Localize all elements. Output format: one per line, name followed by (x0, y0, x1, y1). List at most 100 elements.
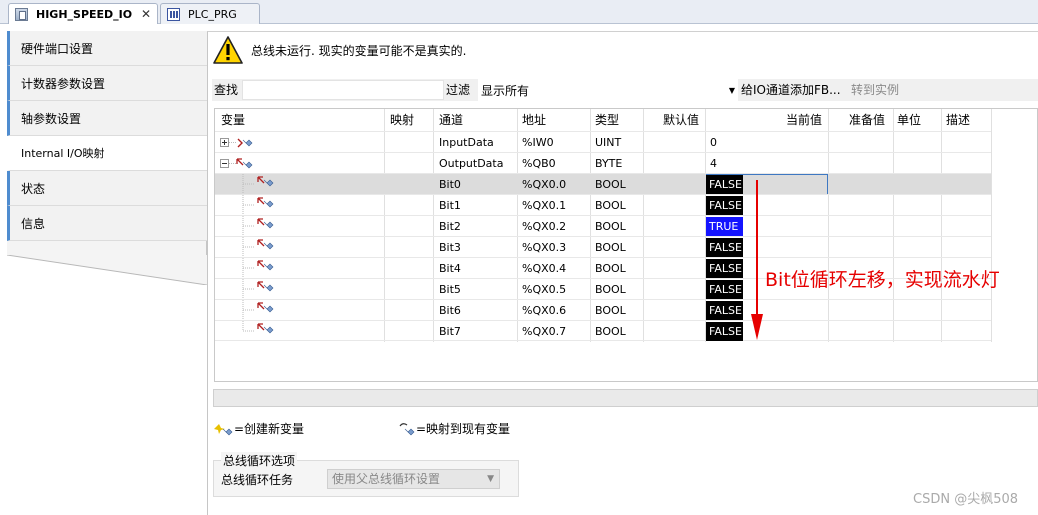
sidebar-item-label: 计数器参数设置 (21, 76, 106, 91)
type-cell: BOOL (595, 241, 626, 254)
address-cell: %QX0.2 (522, 220, 567, 233)
close-icon[interactable]: ✕ (141, 7, 151, 21)
expand-icon[interactable] (220, 136, 254, 150)
sidebar-item-axis-params[interactable]: 轴参数设置 (7, 101, 207, 136)
current-value-cell[interactable]: FALSE (706, 280, 743, 299)
current-value-cell[interactable]: 4 (710, 153, 717, 174)
sidebar-item-internal-io-mapping[interactable]: Internal I/O映射 (7, 136, 207, 171)
sidebar-bottom-edge (7, 255, 207, 285)
find-label: 查找 (214, 83, 239, 97)
program-icon (167, 7, 180, 21)
mapping-toolbar: 查找 过滤 显示所有 ▼ 给IO通道添加FB... 转到实例 (212, 79, 1038, 101)
legend-create: =创建新变量 (214, 420, 304, 437)
address-cell: %QX0.3 (522, 241, 567, 254)
bus-warning: 总线未运行. 现实的变量可能不是真实的. (213, 36, 466, 64)
current-value-cell[interactable]: TRUE (706, 217, 743, 236)
goto-instance-button[interactable]: 转到实例 (851, 79, 899, 101)
col-header-unit[interactable]: 单位 (897, 109, 921, 131)
config-sidebar: 硬件端口设置 计数器参数设置 轴参数设置 Internal I/O映射 状态 信… (7, 31, 207, 255)
io-mapping-table: 变量 映射 通道 地址 类型 默认值 当前值 准备值 单位 描述 InputDa… (214, 108, 1038, 382)
output-variable-icon (242, 300, 274, 321)
current-value-cell[interactable]: FALSE (706, 322, 743, 341)
tab-plc-prg[interactable]: PLC_PRG (160, 3, 260, 24)
address-cell: %QB0 (522, 157, 556, 170)
sidebar-item-label: 信息 (21, 216, 46, 231)
tab-high-speed-io[interactable]: HIGH_SPEED_IO ✕ (8, 3, 158, 24)
type-cell: BOOL (595, 283, 626, 296)
editor-tab-strip: HIGH_SPEED_IO ✕ PLC_PRG (0, 0, 1038, 24)
annotation-arrow-icon (751, 180, 763, 340)
type-cell: BOOL (595, 199, 626, 212)
current-value-cell[interactable]: FALSE (706, 259, 743, 278)
current-value-cell[interactable]: FALSE (706, 238, 743, 257)
channel-cell: Bit4 (439, 262, 461, 275)
address-cell: %IW0 (522, 136, 554, 149)
bus-cycle-task-value: 使用父总线循环设置 (332, 472, 441, 486)
channel-cell: Bit3 (439, 241, 461, 254)
col-header-current[interactable]: 当前值 (786, 109, 822, 131)
legend-create-text: =创建新变量 (234, 422, 305, 436)
bus-cycle-task-select[interactable]: 使用父总线循环设置 ▼ (327, 469, 500, 489)
table-row-bit3[interactable]: Bit3 %QX0.3 BOOL FALSE (215, 236, 991, 258)
type-cell: BOOL (595, 178, 626, 191)
col-header-channel[interactable]: 通道 (439, 109, 463, 131)
type-cell: BOOL (595, 304, 626, 317)
chevron-down-icon: ▼ (487, 474, 494, 484)
address-cell: %QX0.7 (522, 325, 567, 338)
type-cell: BOOL (595, 220, 626, 233)
warning-icon (213, 36, 243, 64)
tab-label: HIGH_SPEED_IO (36, 7, 133, 21)
horizontal-scrollbar[interactable] (213, 389, 1038, 407)
table-row-outputdata[interactable]: OutputData %QB0 BYTE 4 (215, 152, 991, 173)
annotation-text: Bit位循环左移，实现流水灯 (765, 269, 1000, 291)
sidebar-item-counter-params[interactable]: 计数器参数设置 (7, 66, 207, 101)
current-value-cell[interactable]: FALSE (706, 175, 743, 194)
col-header-default[interactable]: 默认值 (663, 109, 699, 131)
sidebar-item-label: Internal I/O映射 (21, 147, 105, 160)
output-variable-icon (242, 216, 274, 237)
collapse-icon[interactable] (220, 157, 254, 171)
col-header-type[interactable]: 类型 (595, 109, 619, 131)
tab-label: PLC_PRG (188, 7, 237, 21)
watermark: CSDN @尖枫508 (913, 492, 1019, 507)
sidebar-item-info[interactable]: 信息 (7, 206, 207, 241)
table-row-bit1[interactable]: Bit1 %QX0.1 BOOL FALSE (215, 194, 991, 216)
sidebar-item-status[interactable]: 状态 (7, 171, 207, 206)
address-cell: %QX0.4 (522, 262, 567, 275)
sidebar-item-label: 状态 (21, 181, 46, 196)
map-variable-icon (399, 422, 415, 435)
channel-cell: Bit5 (439, 283, 461, 296)
output-variable-icon (242, 279, 274, 300)
current-value-cell[interactable]: FALSE (706, 301, 743, 320)
type-cell: UINT (595, 136, 622, 149)
current-value-cell[interactable]: 0 (710, 132, 717, 153)
filter-select[interactable]: 显示所有 ▼ (478, 79, 738, 101)
type-cell: BOOL (595, 325, 626, 338)
legend-map-text: =映射到现有变量 (416, 422, 511, 436)
table-row-inputdata[interactable]: InputData %IW0 UINT 0 (215, 131, 991, 152)
col-header-variable[interactable]: 变量 (221, 109, 245, 131)
output-variable-icon (242, 195, 274, 216)
channel-cell: Bit1 (439, 199, 461, 212)
output-variable-icon (242, 237, 274, 258)
channel-cell: Bit0 (439, 178, 461, 191)
table-row-bit7[interactable]: Bit7 %QX0.7 BOOL FALSE (215, 320, 991, 341)
sidebar-item-hardware-port[interactable]: 硬件端口设置 (7, 31, 207, 66)
col-header-address[interactable]: 地址 (522, 109, 546, 131)
col-header-description[interactable]: 描述 (946, 109, 970, 131)
find-input[interactable] (242, 80, 444, 100)
legend-map: =映射到现有变量 (398, 420, 510, 437)
col-header-mapping[interactable]: 映射 (390, 109, 414, 131)
table-row-bit0[interactable]: Bit0 %QX0.0 BOOL FALSE (215, 173, 991, 195)
table-row-bit2[interactable]: Bit2 %QX0.2 BOOL TRUE (215, 215, 991, 237)
type-cell: BOOL (595, 262, 626, 275)
channel-cell: Bit2 (439, 220, 461, 233)
channel-cell: Bit7 (439, 325, 461, 338)
warning-text: 总线未运行. 现实的变量可能不是真实的. (251, 43, 467, 58)
table-row-bit6[interactable]: Bit6 %QX0.6 BOOL FALSE (215, 299, 991, 321)
add-fb-button[interactable]: 给IO通道添加FB... (741, 79, 841, 101)
dropdown-arrow-icon: ▼ (728, 85, 735, 95)
output-variable-icon (242, 174, 274, 195)
col-header-prepared[interactable]: 准备值 (849, 109, 885, 131)
current-value-cell[interactable]: FALSE (706, 196, 743, 215)
